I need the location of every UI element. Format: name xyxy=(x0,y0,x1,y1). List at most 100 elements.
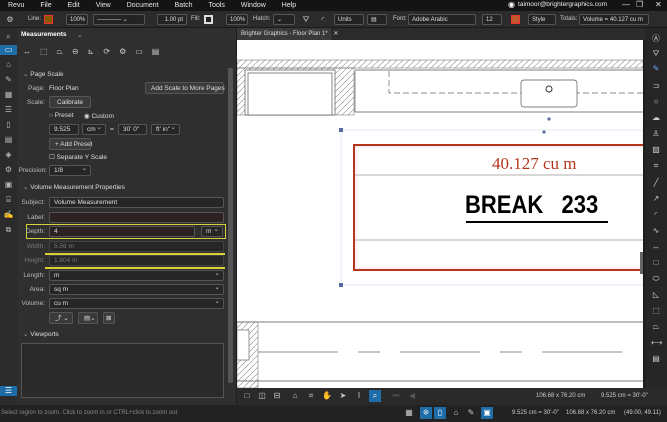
snap-icon[interactable]: ⛛ xyxy=(300,14,312,26)
selection-handle[interactable] xyxy=(339,128,343,132)
panel-menu-chevron-icon[interactable]: ⌄ xyxy=(77,31,82,39)
fill-opacity-input[interactable]: 100% xyxy=(226,14,248,25)
scale-value-2-input[interactable]: 30' 0" xyxy=(118,124,147,135)
stamp-icon[interactable]: ♙ xyxy=(651,129,661,139)
style-select[interactable]: Style xyxy=(528,14,556,25)
depth-input[interactable]: 4 xyxy=(49,226,195,237)
totals-select[interactable]: Volume = 40.127 cu m xyxy=(579,14,649,25)
viewports-header[interactable]: Viewports xyxy=(23,330,58,338)
subject-input[interactable]: Volume Measurement xyxy=(49,197,224,208)
reuse-icon[interactable]: ✎ xyxy=(465,407,477,419)
rectangle-icon[interactable]: □ xyxy=(651,258,661,268)
menu-help[interactable]: Help xyxy=(274,2,304,9)
measure-tools-row[interactable]: ↔⬚⏢⊖⊾⟳⚙▭▤ xyxy=(23,47,203,59)
markups-list-icon[interactable]: ☰ xyxy=(3,105,14,115)
close-button[interactable]: ✕ xyxy=(655,0,662,9)
prev-page-icon[interactable]: ◀ xyxy=(406,390,418,402)
crop-icon[interactable]: ⌗ xyxy=(651,161,661,171)
line-width-input[interactable]: 1.00 pt xyxy=(157,14,187,25)
document-canvas[interactable]: 40.127 cu m BREAK 233 xyxy=(237,40,643,388)
file-access-icon[interactable]: ▣ xyxy=(3,180,14,190)
snap-grid-icon[interactable]: ⁜ xyxy=(420,407,432,419)
dimension-icon[interactable]: ↔ xyxy=(651,242,661,252)
layout-select-button[interactable]: ▤⌄ xyxy=(78,312,98,324)
precision-select[interactable]: 1/8 xyxy=(49,165,91,176)
arc-icon[interactable]: ◜ xyxy=(651,210,661,220)
measurement-label[interactable]: 40.127 cu m xyxy=(492,154,577,174)
text-color-swatch[interactable] xyxy=(511,15,520,24)
panel-title[interactable]: Measurements xyxy=(21,31,67,38)
fill-color-swatch[interactable] xyxy=(204,15,213,24)
sync-icon[interactable]: ▣ xyxy=(481,407,493,419)
arrow-icon[interactable]: ↗ xyxy=(651,194,661,204)
font-select[interactable]: Adobe Arabic xyxy=(408,14,476,25)
length-icon[interactable]: ⟷ xyxy=(651,338,662,348)
line-style-select[interactable]: ———— ⌄ xyxy=(93,14,145,25)
grid-icon[interactable]: ▦ xyxy=(403,407,415,419)
vertex-tool-button[interactable]: ⤴ ⌄ xyxy=(49,312,73,324)
single-page-icon[interactable]: □ xyxy=(241,390,253,402)
reset-button[interactable]: ⊠ xyxy=(103,312,115,324)
first-page-icon[interactable]: ⏮ xyxy=(390,390,402,402)
preset-radio[interactable]: ○ Preset xyxy=(49,112,74,119)
count-icon[interactable]: ▤ xyxy=(651,354,661,364)
area-unit-select[interactable]: sq m xyxy=(49,284,224,295)
selection-handle[interactable] xyxy=(339,283,343,287)
bookmark-icon[interactable]: ▯ xyxy=(3,120,14,130)
snap-markup-icon[interactable]: ⌂ xyxy=(450,407,462,419)
viewports-list[interactable] xyxy=(21,343,224,398)
snapshot-icon[interactable]: ⌂ xyxy=(289,390,301,402)
document-tab[interactable]: Brighter Graphics - Floor Plan 1* ✕ xyxy=(237,28,338,40)
pen-icon[interactable]: ✎ xyxy=(651,64,661,74)
add-preset-button[interactable]: + Add Preset xyxy=(49,138,92,150)
align-select[interactable]: ▤ xyxy=(367,14,387,25)
form-icon[interactable]: ▤ xyxy=(3,135,14,145)
snap-content-icon[interactable]: ▯ xyxy=(434,407,446,419)
volume-unit-select[interactable]: cu m xyxy=(49,298,224,309)
tab-close-icon[interactable]: ✕ xyxy=(333,31,338,37)
menu-tools[interactable]: Tools xyxy=(201,2,233,9)
units-select[interactable]: Units xyxy=(334,14,364,25)
scale-unit-2-select[interactable]: ft' in" xyxy=(151,124,180,135)
menu-window[interactable]: Window xyxy=(233,2,274,9)
text-box-icon[interactable]: Ⓐ xyxy=(651,34,661,44)
ellipse-icon[interactable]: ⬭ xyxy=(651,274,661,284)
profile-icon[interactable]: ⚙ xyxy=(4,14,16,26)
volume-icon[interactable]: ⏢ xyxy=(651,322,661,332)
panel-scrollbar[interactable] xyxy=(228,68,233,383)
line-color-swatch[interactable] xyxy=(44,15,53,24)
maximize-button[interactable]: ❐ xyxy=(636,0,643,9)
length-unit-select[interactable]: m xyxy=(49,270,224,281)
arc-icon[interactable]: ◜ xyxy=(317,14,329,26)
select-icon[interactable]: ➤ xyxy=(337,390,349,402)
crop-icon[interactable]: ⌗ xyxy=(305,390,317,402)
hatch-select[interactable]: ⌄ xyxy=(273,14,295,25)
pan-icon[interactable]: ✋ xyxy=(321,390,333,402)
menu-view[interactable]: View xyxy=(88,2,119,9)
image-icon[interactable]: ▨ xyxy=(651,145,661,155)
scale-unit-1-select[interactable]: cm xyxy=(82,124,106,135)
area-icon[interactable]: ⬚ xyxy=(651,306,661,316)
polygon-icon[interactable]: ◺ xyxy=(651,290,661,300)
highlighter-icon[interactable]: ⛛ xyxy=(651,49,661,59)
menu-edit[interactable]: Edit xyxy=(60,2,88,9)
minimize-button[interactable]: — xyxy=(622,0,630,9)
scale-value-1-input[interactable]: 9.525 xyxy=(49,124,79,135)
line-icon[interactable]: ╱ xyxy=(651,178,661,188)
callout-icon[interactable]: ⊐ xyxy=(651,81,661,91)
circle-icon[interactable]: ○ xyxy=(651,97,661,107)
search-icon[interactable]: ⌕ xyxy=(3,32,14,42)
zoom-icon[interactable]: ⌕ xyxy=(369,390,381,402)
add-scale-button[interactable]: Add Scale to More Pages xyxy=(145,82,225,94)
polyline-icon[interactable]: ∿ xyxy=(651,226,661,236)
page-scale-header[interactable]: Page Scale xyxy=(23,70,63,78)
label-input[interactable] xyxy=(49,212,224,223)
user-email[interactable]: taimoor@brightergraphics.com xyxy=(518,1,607,8)
canvas-scrollbar[interactable] xyxy=(640,252,643,274)
calibrate-button[interactable]: Calibrate xyxy=(49,96,91,108)
depth-unit-select[interactable]: m xyxy=(201,226,223,237)
menu-file[interactable]: File xyxy=(32,2,59,9)
split-vertical-icon[interactable]: ◫ xyxy=(256,390,268,402)
markup-icon[interactable]: ✎ xyxy=(3,75,14,85)
measurements-icon[interactable]: ▭ xyxy=(0,45,17,55)
